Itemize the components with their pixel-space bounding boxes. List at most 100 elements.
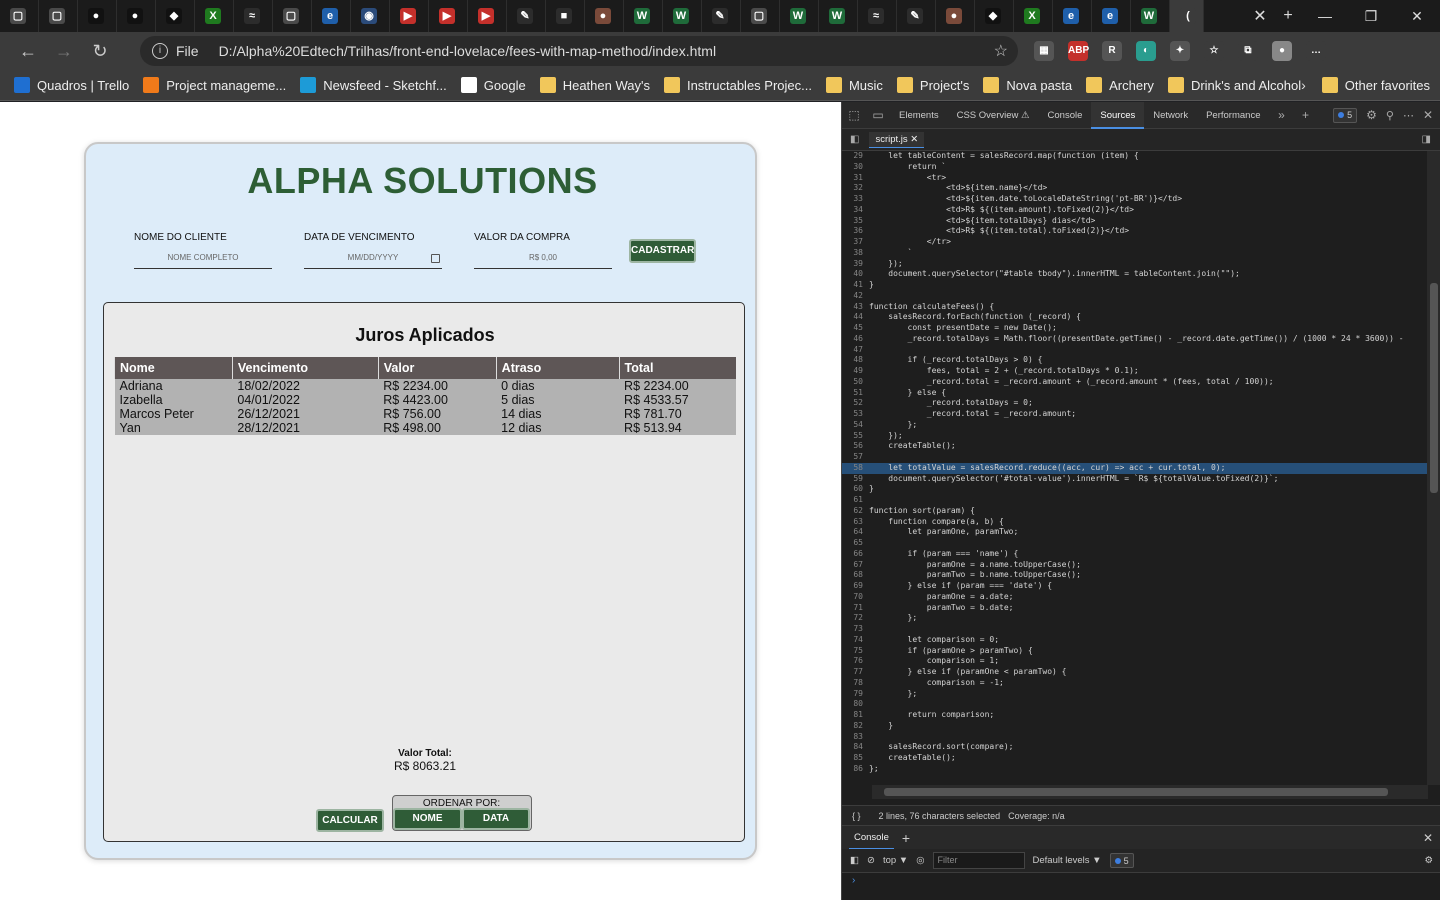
scrollbar-thumb[interactable] — [884, 788, 1388, 796]
browser-tab[interactable]: ▢ — [741, 0, 780, 32]
code-line[interactable]: 84 salesRecord.sort(compare); — [842, 742, 1428, 753]
code-line[interactable]: 57 — [842, 452, 1428, 463]
color-icon[interactable]: ◐ — [1136, 41, 1156, 61]
code-line[interactable]: 47 — [842, 345, 1428, 356]
maximize-icon[interactable]: ❐ — [1348, 8, 1394, 25]
code-line[interactable]: 68 paramTwo = b.name.toUpperCase(); — [842, 570, 1428, 581]
code-line[interactable]: 71 paramTwo = b.date; — [842, 603, 1428, 614]
browser-tab[interactable]: ▶ — [429, 0, 468, 32]
inspect-icon[interactable]: ⬚ — [842, 108, 866, 122]
code-line[interactable]: 77 } else if (paramOne < paramTwo) { — [842, 667, 1428, 678]
issues-badge[interactable]: 5 — [1333, 107, 1358, 123]
line-number[interactable]: 35 — [842, 216, 869, 227]
add-tab-icon[interactable]: + — [1293, 108, 1317, 122]
devtools-tab[interactable]: Performance — [1197, 102, 1269, 129]
code-line[interactable]: 41} — [842, 280, 1428, 291]
line-number[interactable]: 30 — [842, 162, 869, 173]
line-number[interactable]: 66 — [842, 549, 869, 560]
info-icon[interactable]: i — [152, 43, 168, 59]
code-line[interactable]: 76 comparison = 1; — [842, 656, 1428, 667]
line-number[interactable]: 56 — [842, 441, 869, 452]
line-number[interactable]: 75 — [842, 646, 869, 657]
line-number[interactable]: 78 — [842, 678, 869, 689]
line-number[interactable]: 64 — [842, 527, 869, 538]
browser-tab[interactable]: ▶ — [468, 0, 507, 32]
puzzle-icon[interactable]: ✦ — [1170, 41, 1190, 61]
line-number[interactable]: 81 — [842, 710, 869, 721]
line-number[interactable]: 76 — [842, 656, 869, 667]
browser-tab[interactable]: W — [819, 0, 858, 32]
bookmark-item[interactable]: Project's — [896, 77, 969, 93]
code-line[interactable]: 59 document.querySelector('#total-value'… — [842, 474, 1428, 485]
line-number[interactable]: 36 — [842, 226, 869, 237]
browser-tab[interactable]: W — [624, 0, 663, 32]
code-line[interactable]: 49 fees, total = 2 + (_record.totalDays … — [842, 366, 1428, 377]
browser-tab[interactable]: ▢ — [273, 0, 312, 32]
bookmark-item[interactable]: Nova pasta — [983, 77, 1072, 93]
bookmark-item[interactable]: Instructables Projec... — [663, 77, 812, 93]
close-drawer-icon[interactable]: ✕ — [1423, 831, 1433, 845]
line-number[interactable]: 61 — [842, 495, 869, 506]
line-number[interactable]: 39 — [842, 259, 869, 270]
browser-tab[interactable]: X — [1014, 0, 1053, 32]
browser-tab[interactable]: ◉ — [351, 0, 390, 32]
context-select[interactable]: top ▼ — [883, 855, 908, 866]
code-line[interactable]: 86}; — [842, 764, 1428, 775]
line-number[interactable]: 47 — [842, 345, 869, 356]
sort-by-name-button[interactable]: NOME — [393, 808, 462, 830]
code-line[interactable]: 73 — [842, 624, 1428, 635]
code-line[interactable]: 81 return comparison; — [842, 710, 1428, 721]
line-number[interactable]: 69 — [842, 581, 869, 592]
code-line[interactable]: 52 _record.totalDays = 0; — [842, 398, 1428, 409]
line-number[interactable]: 34 — [842, 205, 869, 216]
code-line[interactable]: 50 _record.total = _record.amount + (_re… — [842, 377, 1428, 388]
line-number[interactable]: 67 — [842, 560, 869, 571]
tab-console-drawer[interactable]: Console — [849, 826, 894, 850]
devtools-tab[interactable]: Sources — [1091, 101, 1145, 129]
close-tab-icon[interactable]: ✕ — [1246, 6, 1274, 26]
code-line[interactable]: 53 _record.total = _record.amount; — [842, 409, 1428, 420]
bookmark-item[interactable]: Google — [460, 77, 526, 93]
console-settings-icon[interactable]: ⚙ — [1424, 855, 1433, 866]
code-line[interactable]: 61 — [842, 495, 1428, 506]
browser-tab[interactable]: X — [195, 0, 234, 32]
bookmarks-overflow-icon[interactable]: › — [1301, 77, 1306, 93]
console-prompt[interactable]: › — [852, 875, 855, 886]
line-number[interactable]: 62 — [842, 506, 869, 517]
line-number[interactable]: 45 — [842, 323, 869, 334]
browser-tab[interactable]: ● — [117, 0, 156, 32]
client-name-input[interactable]: NOME COMPLETO — [134, 249, 272, 269]
settings-icon[interactable]: ⚙ — [1366, 108, 1377, 122]
browser-tab[interactable]: ◆ — [156, 0, 195, 32]
line-number[interactable]: 60 — [842, 484, 869, 495]
line-number[interactable]: 50 — [842, 377, 869, 388]
add-drawer-tab-icon[interactable]: + — [902, 830, 910, 846]
devtools-tab[interactable]: Elements — [890, 102, 948, 129]
browser-tab[interactable]: ≈ — [234, 0, 273, 32]
code-line[interactable]: 56 createTable(); — [842, 441, 1428, 452]
code-line[interactable]: 29 let tableContent = salesRecord.map(fu… — [842, 151, 1428, 162]
browser-tab[interactable]: ▶ — [390, 0, 429, 32]
profile-icon[interactable]: ● — [1272, 41, 1292, 61]
code-line[interactable]: 44 salesRecord.forEach(function (_record… — [842, 312, 1428, 323]
customize-icon[interactable]: ⚲ — [1386, 109, 1394, 122]
browser-tab[interactable]: ▢ — [0, 0, 39, 32]
code-line[interactable]: 67 paramOne = a.name.toUpperCase(); — [842, 560, 1428, 571]
calendar-icon[interactable] — [431, 254, 440, 263]
line-number[interactable]: 77 — [842, 667, 869, 678]
code-line[interactable]: 32 <td>${item.name}</td> — [842, 183, 1428, 194]
bookmark-item[interactable]: Newsfeed - Sketchf... — [300, 77, 447, 93]
line-number[interactable]: 49 — [842, 366, 869, 377]
code-line[interactable]: 63 function compare(a, b) { — [842, 517, 1428, 528]
bookmark-item[interactable]: Heathen Way's — [539, 77, 650, 93]
code-line[interactable]: 30 return ` — [842, 162, 1428, 173]
code-line[interactable]: 45 const presentDate = new Date(); — [842, 323, 1428, 334]
line-number[interactable]: 65 — [842, 538, 869, 549]
browser-tab[interactable]: ( — [1170, 0, 1204, 32]
code-line[interactable]: 37 </tr> — [842, 237, 1428, 248]
code-line[interactable]: 82 } — [842, 721, 1428, 732]
code-line[interactable]: 55 }); — [842, 431, 1428, 442]
code-line[interactable]: 62 function sort(param) { — [842, 506, 1428, 517]
code-line[interactable]: 85 createTable(); — [842, 753, 1428, 764]
file-tab-script[interactable]: script.js ✕ — [869, 131, 925, 148]
